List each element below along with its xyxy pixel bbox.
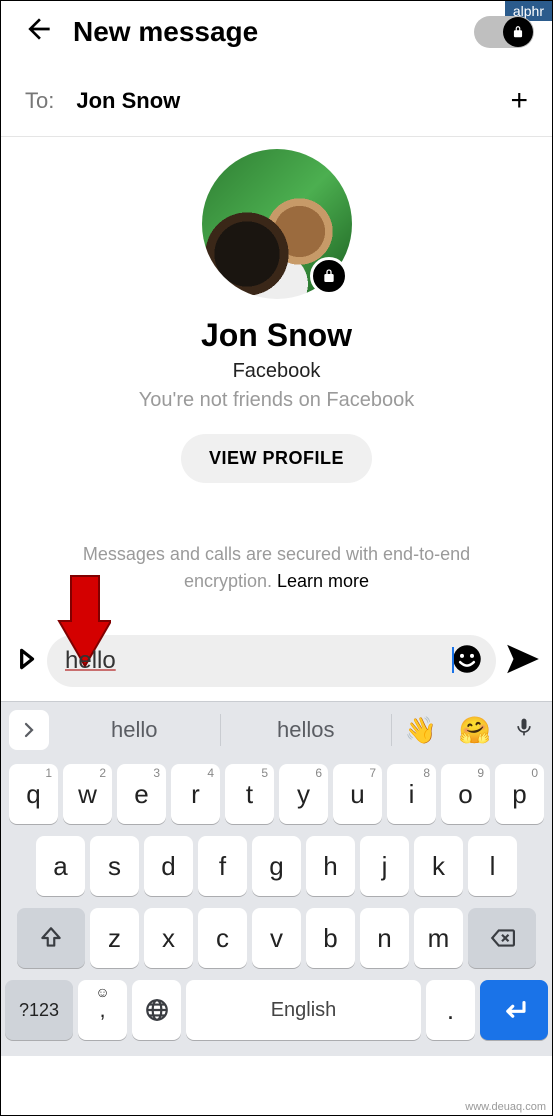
backspace-key[interactable] (468, 908, 536, 968)
suggestion-1[interactable]: hello (53, 717, 216, 743)
key-g[interactable]: g (252, 836, 301, 896)
recipient-row: To: Jon Snow + (1, 62, 552, 137)
key-x[interactable]: x (144, 908, 193, 968)
key-h[interactable]: h (306, 836, 355, 896)
page-title: New message (73, 16, 456, 48)
watermark: www.deuaq.com (465, 1101, 546, 1113)
suggestion-expand-icon[interactable] (9, 710, 49, 750)
language-key[interactable] (132, 980, 181, 1040)
key-c[interactable]: c (198, 908, 247, 968)
shift-key[interactable] (17, 908, 85, 968)
key-s[interactable]: s (90, 836, 139, 896)
separator (391, 714, 392, 746)
comma-key[interactable]: ☺ , (78, 980, 127, 1040)
key-row-4: ?123 ☺ , English . (1, 974, 552, 1050)
encryption-toggle[interactable] (474, 16, 534, 48)
lock-badge-icon (310, 257, 348, 295)
lock-icon (503, 17, 533, 47)
enter-key[interactable] (480, 980, 548, 1040)
key-k[interactable]: k (414, 836, 463, 896)
key-p[interactable]: p0 (495, 764, 544, 824)
message-input[interactable]: hello (47, 635, 496, 687)
key-a[interactable]: a (36, 836, 85, 896)
separator (220, 714, 221, 746)
key-n[interactable]: n (360, 908, 409, 968)
period-key[interactable]: . (426, 980, 475, 1040)
key-o[interactable]: o9 (441, 764, 490, 824)
message-text: hello (65, 647, 452, 675)
learn-more-link[interactable]: Learn more (277, 571, 369, 591)
key-f[interactable]: f (198, 836, 247, 896)
avatar[interactable] (202, 149, 352, 299)
profile-status: You're not friends on Facebook (139, 389, 415, 412)
header: New message (1, 1, 552, 62)
back-arrow-icon[interactable] (23, 13, 55, 50)
key-v[interactable]: v (252, 908, 301, 968)
key-row-2: a s d f g h j k l (1, 830, 552, 902)
key-j[interactable]: j (360, 836, 409, 896)
emoji-suggestion-2[interactable]: 🤗 (450, 715, 500, 746)
emoji-suggestion-1[interactable]: 👋 (396, 715, 446, 746)
key-row-1: q1 w2 e3 r4 t5 y6 u7 i8 o9 p0 (1, 758, 552, 830)
key-m[interactable]: m (414, 908, 463, 968)
profile-platform: Facebook (233, 360, 321, 383)
key-b[interactable]: b (306, 908, 355, 968)
key-q[interactable]: q1 (9, 764, 58, 824)
key-t[interactable]: t5 (225, 764, 274, 824)
key-w[interactable]: w2 (63, 764, 112, 824)
emoji-icon[interactable] (452, 644, 482, 679)
recipient-name[interactable]: Jon Snow (76, 88, 510, 114)
keyboard: hello hellos 👋 🤗 q1 w2 e3 r4 t5 y6 u7 i8… (1, 701, 552, 1056)
symbols-key[interactable]: ?123 (5, 980, 73, 1040)
to-label: To: (25, 88, 54, 114)
key-z[interactable]: z (90, 908, 139, 968)
key-y[interactable]: y6 (279, 764, 328, 824)
expand-icon[interactable] (13, 646, 39, 677)
profile-section: Jon Snow Facebook You're not friends on … (1, 137, 552, 503)
send-icon[interactable] (504, 640, 542, 683)
suggestion-2[interactable]: hellos (225, 717, 388, 743)
key-d[interactable]: d (144, 836, 193, 896)
key-l[interactable]: l (468, 836, 517, 896)
space-key[interactable]: English (186, 980, 421, 1040)
key-u[interactable]: u7 (333, 764, 382, 824)
key-e[interactable]: e3 (117, 764, 166, 824)
key-r[interactable]: r4 (171, 764, 220, 824)
mic-icon[interactable] (504, 714, 544, 747)
profile-name: Jon Snow (201, 317, 352, 354)
suggestion-row: hello hellos 👋 🤗 (1, 702, 552, 758)
view-profile-button[interactable]: VIEW PROFILE (181, 434, 372, 483)
key-i[interactable]: i8 (387, 764, 436, 824)
emoji-hint-icon: ☺ (95, 984, 109, 1000)
add-recipient-icon[interactable]: + (510, 84, 528, 118)
key-row-3: z x c v b n m (1, 902, 552, 974)
